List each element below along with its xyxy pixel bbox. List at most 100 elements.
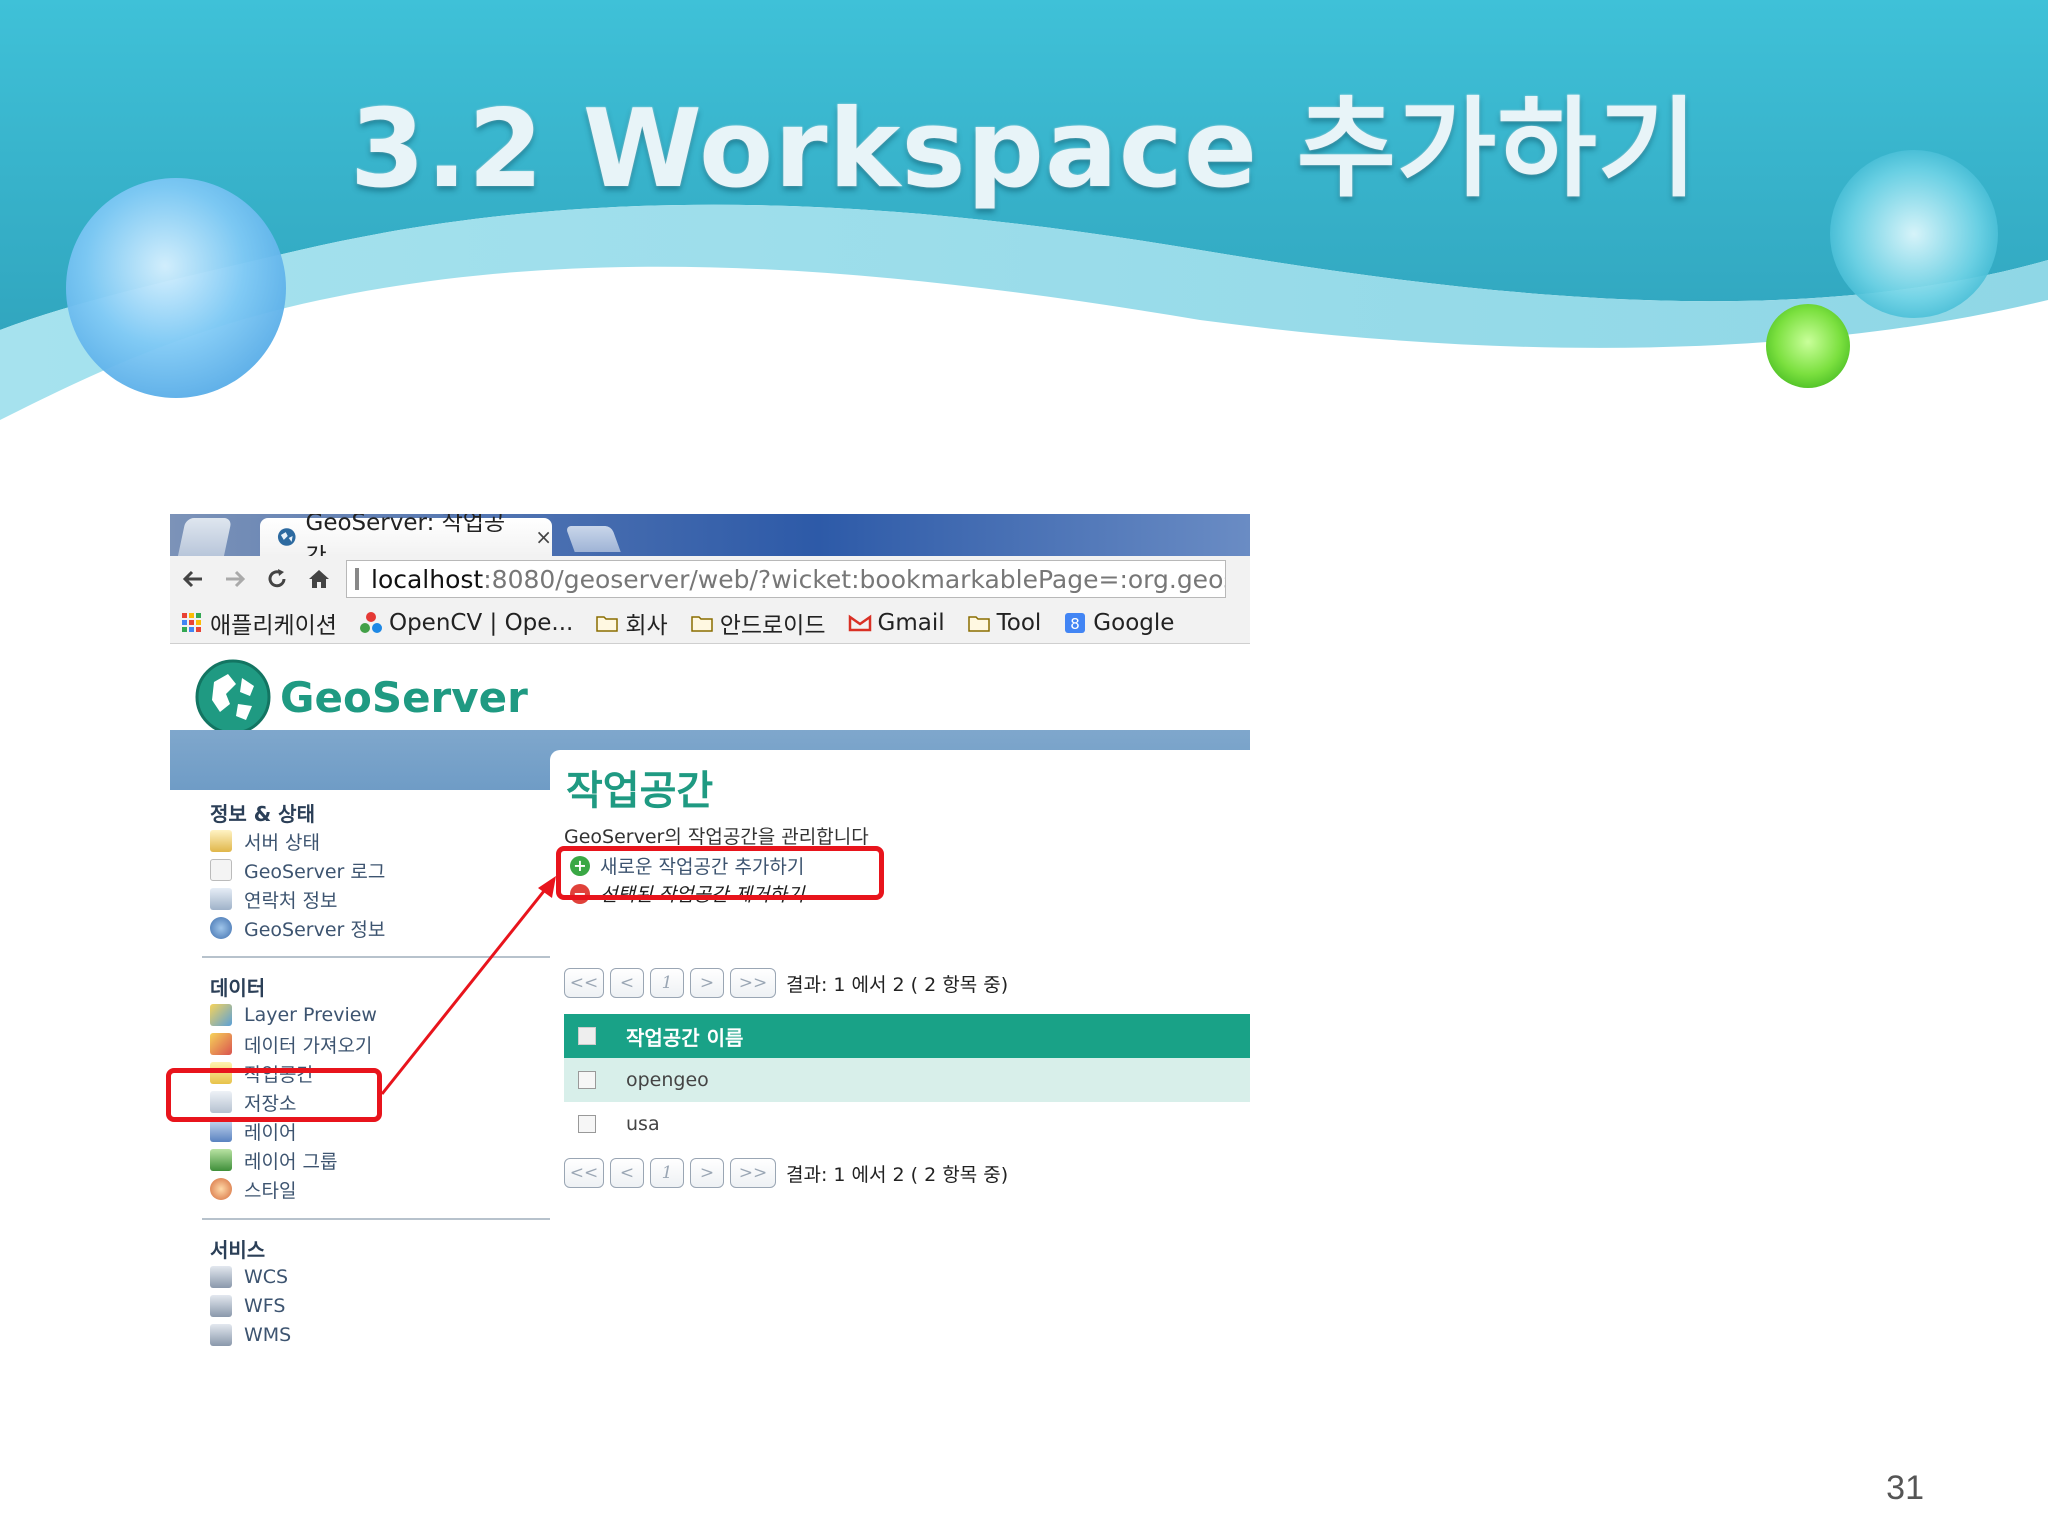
style-palette-icon bbox=[210, 1178, 232, 1200]
tab-profile[interactable] bbox=[177, 518, 233, 556]
sidebar-item-import-data[interactable]: 데이터 가져오기 bbox=[210, 1031, 372, 1057]
home-icon bbox=[309, 570, 329, 588]
sidebar-item-label: Layer Preview bbox=[244, 1004, 377, 1026]
workspace-name-link[interactable]: usa bbox=[626, 1113, 660, 1135]
sidebar-item-label: 데이터 가져오기 bbox=[244, 1034, 373, 1057]
reload-icon bbox=[268, 569, 286, 588]
sidebar-item-label: WMS bbox=[244, 1324, 292, 1346]
geoserver-logo[interactable]: GeoServer bbox=[192, 656, 528, 738]
sidebar-item-server-status[interactable]: 서버 상태 bbox=[210, 828, 320, 854]
browser-toolbar: localhost:8080/geoserver/web/?wicket:boo… bbox=[170, 556, 1250, 602]
new-tab-button[interactable] bbox=[565, 526, 621, 552]
forward-arrow-icon bbox=[226, 570, 246, 588]
folder-icon bbox=[690, 615, 713, 632]
sidebar-item-about-geoserver[interactable]: GeoServer 정보 bbox=[210, 915, 385, 941]
geoserver-page: GeoServer 정보 & 상태 서버 상태 GeoServer 로그 연락처… bbox=[170, 644, 1250, 1370]
geoserver-globe-icon bbox=[195, 659, 271, 735]
service-wcs-icon bbox=[210, 1266, 232, 1288]
reload-button[interactable] bbox=[258, 560, 296, 598]
sidebar-item-geoserver-logs[interactable]: GeoServer 로그 bbox=[210, 857, 385, 883]
pager-bottom: << < 1 > >> 결과: 1 에서 2 ( 2 항목 중) bbox=[564, 1158, 1008, 1188]
pager-prev-button[interactable]: < bbox=[610, 968, 644, 998]
service-wms-icon bbox=[210, 1324, 232, 1346]
pager-last-button[interactable]: >> bbox=[730, 968, 776, 998]
pager-top: << < 1 > >> 결과: 1 에서 2 ( 2 항목 중) bbox=[564, 968, 1008, 998]
sidebar-item-layer-groups[interactable]: 레이어 그룹 bbox=[210, 1147, 337, 1173]
bookmark-apps[interactable]: 애플리케이션 bbox=[180, 606, 337, 640]
sidebar-divider bbox=[202, 956, 558, 958]
bookmark-gmail[interactable]: Gmail bbox=[848, 610, 945, 636]
bookmark-label: 회사 bbox=[625, 612, 668, 639]
bookmark-label: Gmail bbox=[877, 609, 945, 636]
select-all-checkbox[interactable] bbox=[578, 1027, 596, 1045]
bookmarks-bar: 애플리케이션 OpenCV | Ope... 회사 안드로이드 Gmail To… bbox=[170, 602, 1250, 644]
sidebar-item-label: GeoServer 로그 bbox=[244, 860, 386, 883]
address-bar[interactable]: localhost:8080/geoserver/web/?wicket:boo… bbox=[346, 560, 1226, 598]
pager-last-button[interactable]: >> bbox=[730, 1158, 776, 1188]
forward-button[interactable] bbox=[216, 560, 254, 598]
bookmark-opencv[interactable]: OpenCV | Ope... bbox=[359, 610, 573, 636]
bookmark-label: 애플리케이션 bbox=[210, 612, 337, 639]
slide-header: 3.2 Workspace 추가하기 bbox=[0, 0, 2048, 440]
sidebar-item-wms[interactable]: WMS bbox=[210, 1322, 291, 1348]
folder-icon bbox=[596, 615, 619, 632]
google-icon: 8 bbox=[1065, 612, 1086, 633]
bookmark-tool[interactable]: Tool bbox=[967, 609, 1042, 636]
slide-page-number: 31 bbox=[1886, 1469, 1924, 1507]
sidebar-item-contact-info[interactable]: 연락처 정보 bbox=[210, 886, 337, 912]
row-checkbox[interactable] bbox=[578, 1071, 596, 1089]
layer-icon bbox=[210, 1120, 232, 1142]
pager-page-button[interactable]: 1 bbox=[650, 1158, 684, 1188]
sidebar-item-wfs[interactable]: WFS bbox=[210, 1293, 285, 1319]
sidebar-item-styles[interactable]: 스타일 bbox=[210, 1176, 296, 1202]
bookmark-company[interactable]: 회사 bbox=[595, 606, 668, 640]
bookmark-label: Google bbox=[1093, 609, 1175, 636]
url-host: localhost bbox=[371, 564, 484, 594]
pager-summary: 결과: 1 에서 2 ( 2 항목 중) bbox=[786, 973, 1009, 996]
sidebar-item-wcs[interactable]: WCS bbox=[210, 1264, 288, 1290]
contact-card-icon bbox=[210, 888, 232, 910]
back-button[interactable] bbox=[174, 560, 212, 598]
pager-first-button[interactable]: << bbox=[564, 968, 604, 998]
column-header-workspace-name[interactable]: 작업공간 이름 bbox=[626, 1022, 743, 1051]
pager-first-button[interactable]: << bbox=[564, 1158, 604, 1188]
sidebar-item-label: 연락처 정보 bbox=[244, 889, 338, 912]
sidebar-item-layer-preview[interactable]: Layer Preview bbox=[210, 1002, 377, 1028]
sidebar-item-label: WFS bbox=[244, 1295, 286, 1317]
geoserver-logo-text: GeoServer bbox=[280, 672, 528, 722]
pager-prev-button[interactable]: < bbox=[610, 1158, 644, 1188]
layer-group-icon bbox=[210, 1149, 232, 1171]
folder-icon bbox=[967, 615, 990, 632]
back-arrow-icon bbox=[182, 570, 202, 588]
sidebar-divider bbox=[202, 1218, 558, 1220]
sidebar-section-data: 데이터 bbox=[210, 976, 266, 1000]
pager-next-button[interactable]: > bbox=[690, 1158, 724, 1188]
home-button[interactable] bbox=[300, 560, 338, 598]
sidebar-item-label: 레이어 그룹 bbox=[244, 1150, 338, 1173]
row-checkbox[interactable] bbox=[578, 1115, 596, 1133]
bookmark-label: OpenCV | Ope... bbox=[388, 609, 574, 636]
server-status-icon bbox=[210, 830, 232, 852]
bookmark-google[interactable]: 8 Google bbox=[1063, 610, 1174, 636]
sidebar-item-label: GeoServer 정보 bbox=[244, 918, 386, 941]
page-icon bbox=[355, 568, 359, 590]
tab-geoserver[interactable]: GeoServer: 작업공간 × bbox=[260, 514, 552, 570]
info-globe-icon bbox=[210, 917, 232, 939]
layer-preview-icon bbox=[210, 1004, 232, 1026]
bookmark-label: Tool bbox=[996, 609, 1042, 636]
table-header: 작업공간 이름 bbox=[564, 1014, 1250, 1058]
table-row: opengeo bbox=[564, 1058, 1250, 1102]
slide-title: 3.2 Workspace 추가하기 bbox=[349, 87, 1699, 212]
highlight-workspaces-menu bbox=[166, 1068, 382, 1122]
pager-next-button[interactable]: > bbox=[690, 968, 724, 998]
bookmark-label: 안드로이드 bbox=[719, 612, 826, 639]
tab-close-icon[interactable]: × bbox=[535, 525, 552, 549]
workspace-name-link[interactable]: opengeo bbox=[626, 1069, 709, 1091]
page-title: 작업공간 bbox=[566, 767, 714, 814]
pager-summary: 결과: 1 에서 2 ( 2 항목 중) bbox=[786, 1163, 1009, 1186]
geoserver-favicon-icon bbox=[277, 528, 296, 546]
service-wfs-icon bbox=[210, 1295, 232, 1317]
pager-page-button[interactable]: 1 bbox=[650, 968, 684, 998]
gmail-icon bbox=[848, 614, 871, 631]
bookmark-android[interactable]: 안드로이드 bbox=[690, 606, 826, 640]
